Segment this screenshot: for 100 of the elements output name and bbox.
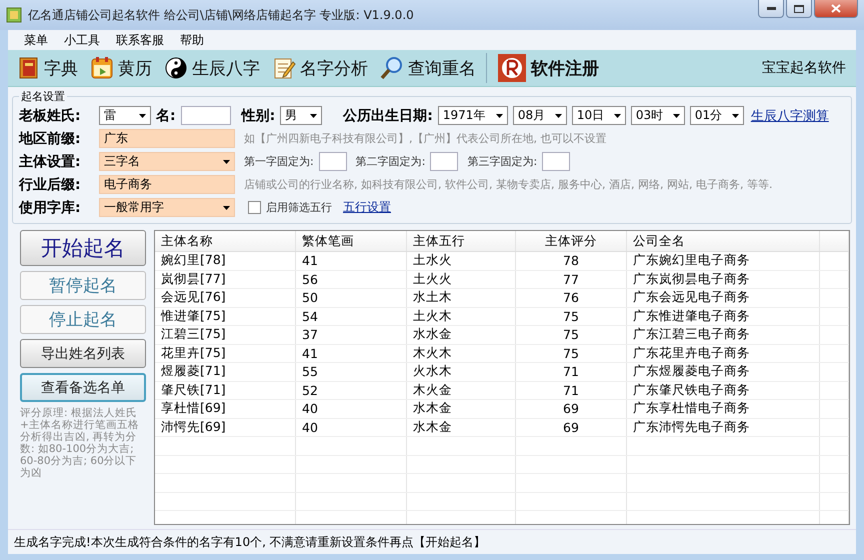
minimize-icon: [766, 7, 776, 10]
app-subtitle: 宝宝起名软件: [762, 59, 847, 77]
field-label: 名:: [156, 106, 176, 124]
table-cell: 广东肇尺铁电子商务: [626, 381, 820, 400]
status-text: 生成名字完成!本次生成符合条件的名字有10个, 不满意请重新设置条件再点【开始起名】: [14, 534, 486, 550]
table-cell: 71: [516, 362, 626, 381]
toolbar-button[interactable]: 字典: [14, 56, 82, 80]
column-header[interactable]: 主体五行: [406, 231, 516, 252]
table-cell: 69: [516, 418, 626, 436]
yin-yang-icon: [164, 56, 188, 80]
table-cell: 花里卉[75]: [155, 344, 296, 362]
table-cell: 广东岚彻昙电子商务: [626, 270, 820, 288]
window-title: 亿名通店铺公司起名软件 给公司\店铺\网络店铺起名字 专业版: V1.9.0.0: [28, 6, 414, 24]
table-cell: 土火木: [406, 307, 516, 326]
action-button[interactable]: 查看备选名单: [20, 373, 146, 402]
table-cell: 火水木: [406, 362, 516, 381]
table-cell: 41: [296, 344, 406, 362]
column-header[interactable]: 主体评分: [516, 231, 626, 252]
table-cell: 江碧三[75]: [155, 326, 296, 344]
toolbar-button[interactable]: 生辰八字: [160, 56, 264, 80]
column-header[interactable]: 主体名称: [155, 231, 296, 252]
book-icon: [18, 56, 40, 80]
calendar-icon: [90, 56, 114, 80]
group-title: 起名设置: [20, 89, 66, 104]
column-header[interactable]: 公司全名: [626, 231, 820, 252]
registered-icon: [497, 53, 527, 83]
checkbox[interactable]: [248, 201, 261, 214]
dropdown-arrow-icon: [554, 114, 562, 118]
table-cell: 40: [296, 400, 406, 418]
menu-item[interactable]: 帮助: [172, 32, 212, 48]
date-dropdown[interactable]: 08月: [512, 106, 567, 125]
dropdown-arrow-icon: [672, 114, 680, 118]
toolbar-button[interactable]: 软件注册: [493, 53, 603, 83]
surname-dropdown[interactable]: 雷: [99, 106, 151, 125]
hint-text: 如【广州四新电子科技有限公司】,【广州】代表公司所在地, 也可以不设置: [244, 131, 606, 146]
table-cell: 75: [516, 307, 626, 326]
bazi-link[interactable]: 生辰八字测算: [750, 106, 829, 124]
table-cell: 54: [296, 307, 406, 326]
magnifier-icon: [380, 56, 404, 80]
toolbar-button[interactable]: 名字分析: [268, 56, 372, 80]
table-cell: 69: [516, 400, 626, 418]
table-cell: 41: [296, 252, 406, 270]
dropdown-arrow-icon: [310, 114, 318, 118]
region-field[interactable]: 广东: [99, 129, 235, 148]
checkbox-label: 启用筛选五行: [266, 200, 332, 215]
field-label: 使用字库:: [19, 198, 82, 216]
date-dropdown[interactable]: 1971年: [438, 106, 508, 125]
table-cell: 50: [296, 288, 406, 307]
menu-item[interactable]: 菜单: [16, 32, 56, 48]
gender-dropdown[interactable]: 男: [280, 106, 322, 125]
table-cell: 56: [296, 270, 406, 288]
dropdown-arrow-icon: [223, 160, 230, 164]
app-icon: [6, 7, 22, 23]
table-cell: 广东享杜惜电子商务: [626, 400, 820, 418]
field-label: 老板姓氏:: [19, 106, 82, 124]
maximize-button[interactable]: [786, 0, 812, 18]
field-label: 第一字固定为:: [244, 154, 314, 169]
table-cell: 77: [516, 270, 626, 288]
table-cell: 惟进肇[75]: [155, 307, 296, 326]
table-cell: 水土木: [406, 288, 516, 307]
column-header[interactable]: 繁体笔画: [296, 231, 406, 252]
minimize-button[interactable]: [758, 0, 784, 18]
table-cell: 煜履菱[71]: [155, 362, 296, 381]
date-dropdown[interactable]: 01分: [690, 106, 744, 125]
dropdown-arrow-icon: [496, 114, 503, 118]
action-button[interactable]: 开始起名: [20, 230, 146, 266]
table-cell: 广东江碧三电子商务: [626, 326, 820, 344]
maximize-icon: [794, 4, 804, 12]
table-cell: 71: [516, 381, 626, 400]
dropdown-arrow-icon: [139, 114, 146, 118]
table-cell: 肇尺铁[71]: [155, 381, 296, 400]
table-cell: 广东惟进肇电子商务: [626, 307, 820, 326]
toolbar-button[interactable]: 查询重名: [376, 56, 480, 80]
table-cell: 木火金: [406, 381, 516, 400]
table-cell: 广东会远见电子商务: [626, 288, 820, 307]
charset-dropdown[interactable]: 一般常用字: [99, 198, 235, 217]
fixed-char-field[interactable]: [430, 152, 458, 171]
fixed-char-field[interactable]: [318, 152, 347, 171]
table-cell: 沛愕先[69]: [155, 418, 296, 436]
table-cell: 广东花里卉电子商务: [626, 344, 820, 362]
table-cell: 52: [296, 381, 406, 400]
close-button[interactable]: [814, 0, 858, 18]
field-label: 第三字固定为:: [467, 154, 538, 169]
name-field[interactable]: [180, 106, 231, 125]
table-cell: 广东沛愕先电子商务: [626, 418, 820, 436]
menu-item[interactable]: 小工具: [56, 32, 108, 48]
action-button[interactable]: 导出姓名列表: [20, 339, 146, 368]
table-cell: 76: [516, 288, 626, 307]
subject-dropdown[interactable]: 三字名: [99, 152, 235, 171]
date-dropdown[interactable]: 03时: [630, 106, 685, 125]
toolbar-button[interactable]: 黄历: [86, 56, 156, 80]
table-cell: 75: [516, 344, 626, 362]
fixed-char-field[interactable]: [542, 152, 570, 171]
date-dropdown[interactable]: 10日: [572, 106, 626, 125]
table-cell: 水木金: [406, 418, 516, 436]
table-cell: 岚彻昙[77]: [155, 270, 296, 288]
wuxing-link[interactable]: 五行设置: [343, 199, 391, 216]
menu-item[interactable]: 联系客服: [108, 32, 172, 48]
dropdown-arrow-icon: [732, 114, 739, 118]
industry-field[interactable]: 电子商务: [99, 175, 235, 194]
